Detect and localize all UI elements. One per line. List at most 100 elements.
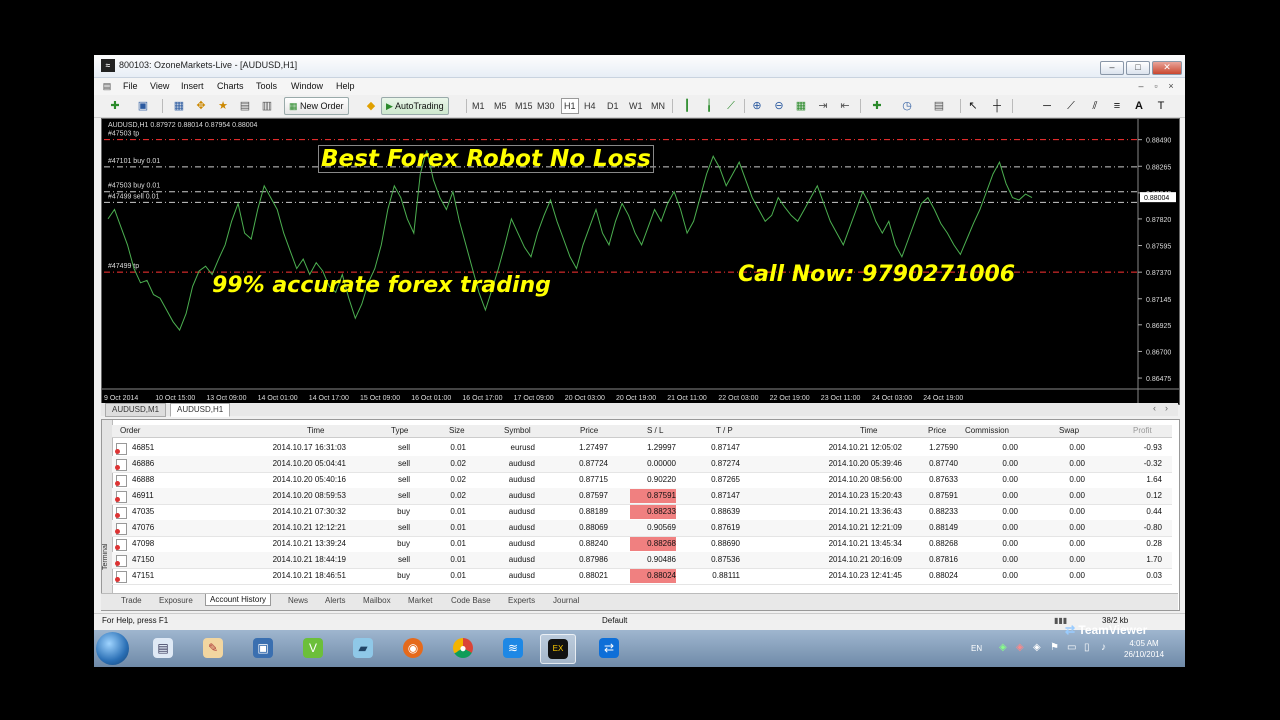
profiles-icon[interactable]: ▣ <box>136 99 150 113</box>
minimize-button[interactable]: – <box>1100 61 1124 75</box>
tester-icon[interactable]: ▥ <box>260 99 274 113</box>
close-button[interactable]: ✕ <box>1152 61 1182 75</box>
crosshair-icon[interactable]: ┼ <box>990 99 1004 113</box>
mdi-close-button[interactable]: × <box>1166 81 1176 91</box>
autoscroll-icon[interactable]: ⇤ <box>838 99 852 113</box>
table-row[interactable]: 47150 2014.10.21 18:44:19 sell 0.01 audusd 0.… <box>112 552 1172 569</box>
col-close-time[interactable]: Time <box>860 426 877 435</box>
timeframe-mn[interactable]: MN <box>651 98 665 114</box>
timeframe-m30[interactable]: M30 <box>537 98 555 114</box>
taskbar-firefox[interactable]: ◉ <box>396 634 430 662</box>
table-row[interactable]: 47035 2014.10.21 07:30:32 buy 0.01 audusd 0.8… <box>112 504 1172 521</box>
terminal-icon[interactable]: ▤ <box>238 99 252 113</box>
line-chart-icon[interactable]: ⟋ <box>724 99 738 113</box>
document-icon[interactable]: ▤ <box>102 81 112 91</box>
taskbar-wifi[interactable]: ≋ <box>496 634 530 662</box>
tray-icon-3[interactable]: ◈ <box>1033 642 1041 653</box>
mdi-minimize-button[interactable]: – <box>1136 81 1146 91</box>
mdi-restore-button[interactable]: ▫ <box>1151 81 1161 91</box>
horizontal-line-icon[interactable]: ─ <box>1040 99 1054 113</box>
menu-window[interactable]: Window <box>291 81 323 91</box>
new-chart-icon[interactable]: ✚ <box>108 99 122 113</box>
table-row[interactable]: 47076 2014.10.21 12:12:21 sell 0.01 audusd 0.… <box>112 520 1172 537</box>
col-commission[interactable]: Commission <box>965 426 1009 435</box>
tab-experts[interactable]: Experts <box>508 596 535 605</box>
table-row[interactable]: 46888 2014.10.20 05:40:16 sell 0.02 audusd 0.… <box>112 472 1172 489</box>
col-time[interactable]: Time <box>307 426 324 435</box>
taskbar-slideshow[interactable]: ▰ <box>346 634 380 662</box>
flag-icon[interactable]: ⚑ <box>1050 642 1059 653</box>
tab-exposure[interactable]: Exposure <box>159 596 193 605</box>
text-label-icon[interactable]: T <box>1154 99 1168 113</box>
col-sl[interactable]: S / L <box>647 426 663 435</box>
new-order-button[interactable]: ▦ New Order <box>284 97 349 115</box>
chart-tab-audusd-m1[interactable]: AUDUSD,M1 <box>105 403 167 417</box>
text-tool-icon[interactable]: A <box>1132 99 1146 113</box>
volume-icon[interactable]: ♪ <box>1101 642 1106 653</box>
language-indicator[interactable]: EN <box>971 644 982 653</box>
col-symbol[interactable]: Symbol <box>504 426 531 435</box>
tab-trade[interactable]: Trade <box>121 596 142 605</box>
col-profit[interactable]: Profit <box>1133 426 1152 435</box>
timeframe-m1[interactable]: M1 <box>472 98 485 114</box>
trendline-icon[interactable]: ⟋ <box>1064 99 1078 113</box>
timeframe-h4[interactable]: H4 <box>584 98 596 114</box>
col-close-price[interactable]: Price <box>928 426 946 435</box>
timeframe-w1[interactable]: W1 <box>629 98 643 114</box>
taskbar-notepad[interactable]: ▤ <box>146 634 180 662</box>
table-row[interactable]: 46851 2014.10.17 16:31:03 sell 0.01 eurusd 1.… <box>112 440 1172 457</box>
channel-icon[interactable]: ⫽ <box>1088 99 1102 113</box>
tab-scroll-left-icon[interactable]: ‹ <box>1153 403 1156 413</box>
tab-code-base[interactable]: Code Base <box>451 596 491 605</box>
tab-account-history[interactable]: Account History <box>205 594 272 606</box>
zoom-in-icon[interactable]: ⊕ <box>750 99 764 113</box>
tab-news[interactable]: News <box>288 596 308 605</box>
chart-shift-icon[interactable]: ⇥ <box>816 99 830 113</box>
clock[interactable]: 4:05 AM 26/10/2014 <box>1124 638 1164 660</box>
timeframe-m15[interactable]: M15 <box>515 98 533 114</box>
tab-alerts[interactable]: Alerts <box>325 596 345 605</box>
taskbar-teamviewer[interactable]: ⇄ <box>592 634 626 662</box>
taskbar-network[interactable]: ▣ <box>246 634 280 662</box>
col-price[interactable]: Price <box>580 426 598 435</box>
indicators-icon[interactable]: ✚ <box>870 99 884 113</box>
autotrading-button[interactable]: ▶ AutoTrading <box>381 97 449 115</box>
market-watch-icon[interactable]: ▦ <box>172 99 186 113</box>
menu-insert[interactable]: Insert <box>181 81 204 91</box>
fibonacci-icon[interactable]: ≡ <box>1110 99 1124 113</box>
metaeditor-icon[interactable]: ◆ <box>364 99 378 113</box>
templates-icon[interactable]: ▤ <box>932 99 946 113</box>
menu-file[interactable]: File <box>123 81 138 91</box>
tab-market[interactable]: Market <box>408 596 432 605</box>
col-size[interactable]: Size <box>449 426 465 435</box>
start-button[interactable] <box>96 632 129 665</box>
col-tp[interactable]: T / P <box>716 426 733 435</box>
table-row[interactable]: 46886 2014.10.20 05:04:41 sell 0.02 audusd 0.… <box>112 456 1172 473</box>
periods-icon[interactable]: ◷ <box>900 99 914 113</box>
chart-tab-audusd-h1[interactable]: AUDUSD,H1 <box>170 403 231 417</box>
tab-journal[interactable]: Journal <box>553 596 579 605</box>
table-row[interactable]: 47098 2014.10.21 13:39:24 buy 0.01 audusd 0.8… <box>112 536 1172 553</box>
candlestick-icon[interactable]: ╽ <box>702 99 716 113</box>
maximize-button[interactable]: □ <box>1126 61 1150 75</box>
menu-help[interactable]: Help <box>336 81 355 91</box>
tile-windows-icon[interactable]: ▦ <box>794 99 808 113</box>
zoom-out-icon[interactable]: ⊖ <box>772 99 786 113</box>
display-icon[interactable]: ▭ <box>1067 642 1076 653</box>
col-type[interactable]: Type <box>391 426 408 435</box>
tray-icon-2[interactable]: ◈ <box>1016 642 1024 653</box>
bar-chart-icon[interactable]: ┃ <box>680 99 694 113</box>
navigator-icon[interactable]: ★ <box>216 99 230 113</box>
menu-charts[interactable]: Charts <box>217 81 244 91</box>
table-row[interactable]: 46911 2014.10.20 08:59:53 sell 0.02 audusd 0.… <box>112 488 1172 505</box>
col-order[interactable]: Order <box>120 426 140 435</box>
col-swap[interactable]: Swap <box>1059 426 1079 435</box>
network-tray-icon[interactable]: ▯ <box>1084 642 1090 653</box>
timeframe-h1[interactable]: H1 <box>561 98 579 114</box>
timeframe-m5[interactable]: M5 <box>494 98 507 114</box>
table-row[interactable]: 47151 2014.10.21 18:46:51 buy 0.01 audusd 0.8… <box>112 568 1172 585</box>
timeframe-d1[interactable]: D1 <box>607 98 619 114</box>
taskbar-paint[interactable]: ✎ <box>196 634 230 662</box>
tab-mailbox[interactable]: Mailbox <box>363 596 391 605</box>
menu-view[interactable]: View <box>150 81 169 91</box>
